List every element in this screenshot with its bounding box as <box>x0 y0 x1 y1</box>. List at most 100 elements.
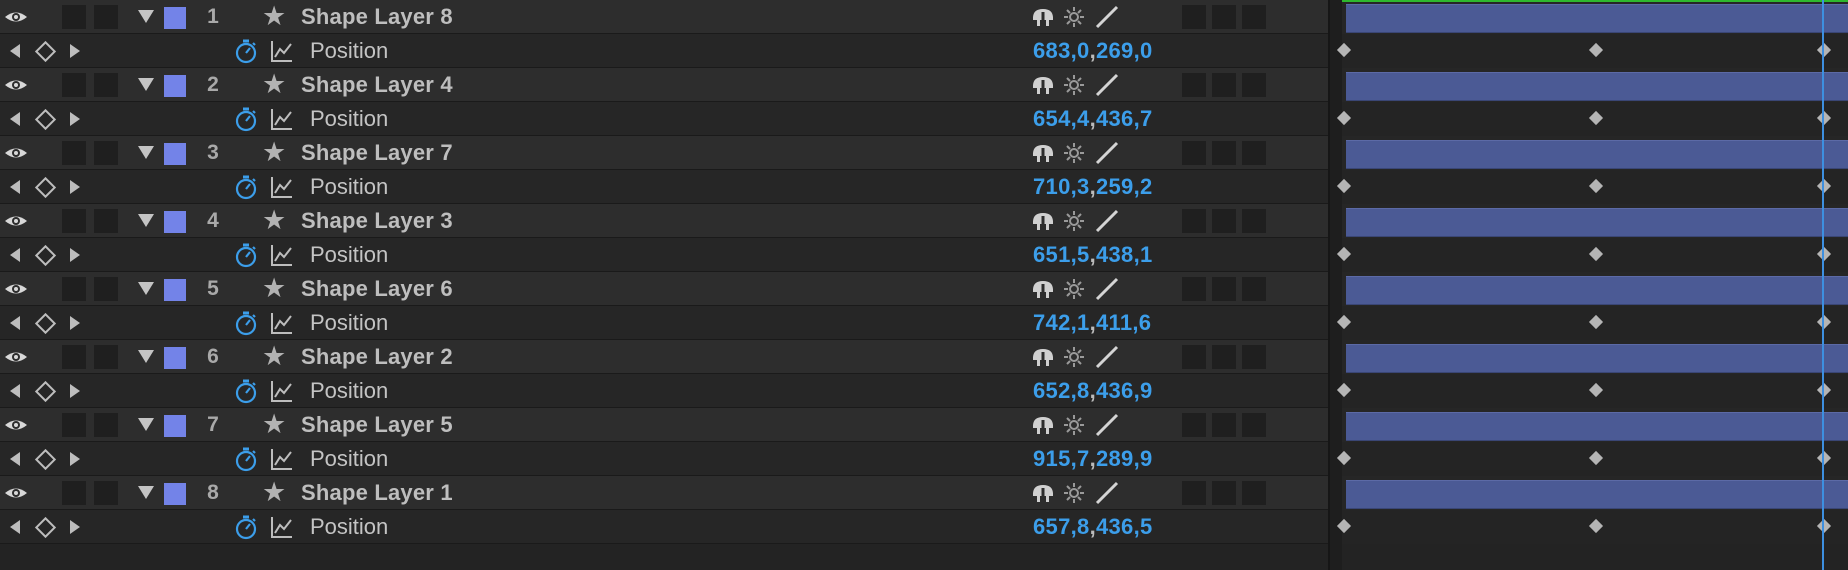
switch-motion-blur[interactable] <box>1182 73 1206 97</box>
position-value[interactable]: 683,0,269,0 <box>1033 34 1153 68</box>
quality-slash-icon[interactable] <box>1094 276 1120 302</box>
layer-duration-bar[interactable] <box>1346 72 1848 101</box>
audio-switch[interactable] <box>62 73 86 97</box>
stopwatch-icon[interactable] <box>233 310 259 336</box>
previous-keyframe-icon[interactable] <box>10 316 20 330</box>
sun-icon[interactable] <box>1062 277 1086 301</box>
position-x-value[interactable]: 654,4 <box>1033 106 1090 131</box>
layer-duration-bar[interactable] <box>1346 344 1848 373</box>
property-row[interactable]: Position 654,4,436,7 <box>0 102 1848 136</box>
quality-slash-icon[interactable] <box>1094 480 1120 506</box>
audio-switch[interactable] <box>62 209 86 233</box>
layer-name[interactable]: Shape Layer 2 <box>301 340 453 374</box>
layer-name[interactable]: Shape Layer 4 <box>301 68 453 102</box>
graph-icon[interactable] <box>270 243 294 267</box>
position-value[interactable]: 651,5,438,1 <box>1033 238 1153 272</box>
switch-3d[interactable] <box>1242 481 1266 505</box>
switch-adjustment[interactable] <box>1212 141 1236 165</box>
layer-row[interactable]: 4 ★ Shape Layer 3 <box>0 204 1848 238</box>
stopwatch-icon[interactable] <box>233 378 259 404</box>
position-y-value[interactable]: 436,5 <box>1096 514 1153 539</box>
next-keyframe-icon[interactable] <box>70 316 80 330</box>
next-keyframe-icon[interactable] <box>70 520 80 534</box>
position-y-value[interactable]: 436,9 <box>1096 378 1153 403</box>
switch-motion-blur[interactable] <box>1182 5 1206 29</box>
solo-switch[interactable] <box>94 209 118 233</box>
twirl-down-icon[interactable] <box>138 350 154 363</box>
twirl-down-icon[interactable] <box>138 214 154 227</box>
graph-icon[interactable] <box>270 447 294 471</box>
next-keyframe-icon[interactable] <box>70 452 80 466</box>
position-x-value[interactable]: 683,0 <box>1033 38 1090 63</box>
graph-icon[interactable] <box>270 39 294 63</box>
position-y-value[interactable]: 259,2 <box>1096 174 1153 199</box>
position-y-value[interactable]: 289,9 <box>1096 446 1153 471</box>
property-row[interactable]: Position 710,3,259,2 <box>0 170 1848 204</box>
current-time-indicator[interactable] <box>1822 0 1824 570</box>
position-y-value[interactable]: 438,1 <box>1096 242 1153 267</box>
position-value[interactable]: 742,1,411,6 <box>1033 306 1151 340</box>
shy-icon[interactable] <box>1030 74 1056 96</box>
solo-switch[interactable] <box>94 481 118 505</box>
shy-icon[interactable] <box>1030 414 1056 436</box>
switch-motion-blur[interactable] <box>1182 481 1206 505</box>
stopwatch-icon[interactable] <box>233 174 259 200</box>
layer-row[interactable]: 2 ★ Shape Layer 4 <box>0 68 1848 102</box>
next-keyframe-icon[interactable] <box>70 180 80 194</box>
solo-switch[interactable] <box>94 345 118 369</box>
sun-icon[interactable] <box>1062 5 1086 29</box>
graph-icon[interactable] <box>270 379 294 403</box>
next-keyframe-icon[interactable] <box>70 384 80 398</box>
eye-icon[interactable] <box>3 8 29 26</box>
property-row[interactable]: Position 683,0,269,0 <box>0 34 1848 68</box>
position-y-value[interactable]: 436,7 <box>1096 106 1153 131</box>
next-keyframe-icon[interactable] <box>70 248 80 262</box>
previous-keyframe-icon[interactable] <box>10 112 20 126</box>
position-value[interactable]: 710,3,259,2 <box>1033 170 1153 204</box>
layer-duration-bar[interactable] <box>1346 4 1848 33</box>
position-x-value[interactable]: 710,3 <box>1033 174 1090 199</box>
twirl-down-icon[interactable] <box>138 10 154 23</box>
switch-adjustment[interactable] <box>1212 345 1236 369</box>
quality-slash-icon[interactable] <box>1094 4 1120 30</box>
switch-adjustment[interactable] <box>1212 73 1236 97</box>
sun-icon[interactable] <box>1062 141 1086 165</box>
switch-motion-blur[interactable] <box>1182 413 1206 437</box>
layer-row[interactable]: 8 ★ Shape Layer 1 <box>0 476 1848 510</box>
switch-motion-blur[interactable] <box>1182 209 1206 233</box>
shy-icon[interactable] <box>1030 142 1056 164</box>
add-keyframe-icon[interactable] <box>34 312 57 335</box>
switch-3d[interactable] <box>1242 345 1266 369</box>
layer-row[interactable]: 6 ★ Shape Layer 2 <box>0 340 1848 374</box>
audio-switch[interactable] <box>62 345 86 369</box>
quality-slash-icon[interactable] <box>1094 344 1120 370</box>
add-keyframe-icon[interactable] <box>34 40 57 63</box>
property-row[interactable]: Position 651,5,438,1 <box>0 238 1848 272</box>
label-color-chip[interactable] <box>164 75 186 97</box>
work-area-bar[interactable] <box>1342 0 1848 2</box>
layer-name[interactable]: Shape Layer 8 <box>301 0 453 34</box>
layer-name[interactable]: Shape Layer 5 <box>301 408 453 442</box>
layer-row[interactable]: 7 ★ Shape Layer 5 <box>0 408 1848 442</box>
eye-icon[interactable] <box>3 416 29 434</box>
layer-duration-bar[interactable] <box>1346 412 1848 441</box>
audio-switch[interactable] <box>62 277 86 301</box>
sun-icon[interactable] <box>1062 209 1086 233</box>
graph-icon[interactable] <box>270 311 294 335</box>
position-x-value[interactable]: 915,7 <box>1033 446 1090 471</box>
audio-switch[interactable] <box>62 141 86 165</box>
label-color-chip[interactable] <box>164 7 186 29</box>
solo-switch[interactable] <box>94 5 118 29</box>
twirl-down-icon[interactable] <box>138 486 154 499</box>
label-color-chip[interactable] <box>164 483 186 505</box>
graph-icon[interactable] <box>270 515 294 539</box>
stopwatch-icon[interactable] <box>233 242 259 268</box>
previous-keyframe-icon[interactable] <box>10 452 20 466</box>
shy-icon[interactable] <box>1030 6 1056 28</box>
solo-switch[interactable] <box>94 73 118 97</box>
eye-icon[interactable] <box>3 484 29 502</box>
position-x-value[interactable]: 742,1 <box>1033 310 1090 335</box>
stopwatch-icon[interactable] <box>233 106 259 132</box>
add-keyframe-icon[interactable] <box>34 244 57 267</box>
shy-icon[interactable] <box>1030 482 1056 504</box>
